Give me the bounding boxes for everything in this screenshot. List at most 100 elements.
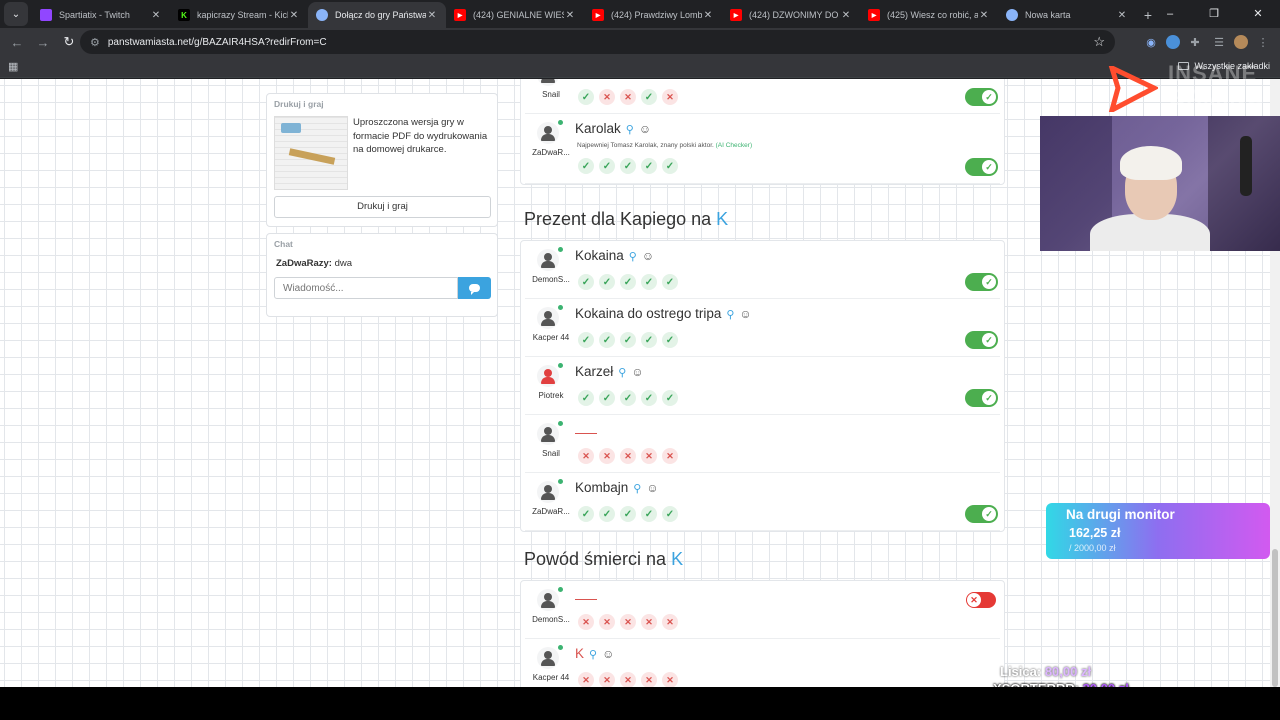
reaction-icon[interactable]: ☺ xyxy=(739,307,751,321)
answer-value: Karolak xyxy=(575,121,621,136)
extension-icon[interactable] xyxy=(1166,35,1180,49)
chat-send-button[interactable] xyxy=(458,277,491,299)
accept-toggle[interactable]: ✓ xyxy=(965,273,998,291)
back-icon[interactable]: ← xyxy=(4,35,30,50)
chat-input[interactable] xyxy=(274,277,458,299)
accept-toggle[interactable]: ✓ xyxy=(965,331,998,349)
check-icon: ✓ xyxy=(599,506,615,522)
check-icon: ✓ xyxy=(982,391,996,405)
vote-list: ✓ ✓ ✓ ✓ ✓ xyxy=(578,506,678,522)
scrollbar-thumb[interactable] xyxy=(1272,549,1278,687)
chevron-down-icon: ⌄ xyxy=(11,8,21,20)
answers-card: DemonS... ✕ ✕ ✕ ✕ ✕ Kacper 44 K ⚲ ☺ ✕ ✕ ✕ ✕ ✕ xyxy=(520,580,1005,687)
close-tab-icon[interactable]: ✕ xyxy=(1116,10,1128,21)
extensions-area: ◉ ✚ ☰ ⋮ xyxy=(1142,28,1272,56)
apps-grid-icon[interactable]: ▦ xyxy=(8,60,18,73)
youtube-icon: ▶ xyxy=(592,9,604,21)
reaction-icon[interactable]: ☺ xyxy=(631,365,643,379)
close-tab-icon[interactable]: ✕ xyxy=(564,10,576,21)
bookmarks-bar: ▦ Wszystkie zakładki xyxy=(0,56,1280,78)
avatar-head xyxy=(544,253,552,261)
close-tab-icon[interactable]: ✕ xyxy=(702,10,714,21)
avatar-body xyxy=(541,319,555,326)
browser-tab[interactable]: ▶ (424) Prawdziwy Lombard✕ xyxy=(584,2,722,28)
close-tab-icon[interactable]: ✕ xyxy=(150,10,162,21)
username: Kacper 44 xyxy=(532,673,570,682)
browser-tab[interactable]: ▶ (425) Wiesz co robić, ale ✕ xyxy=(860,2,998,28)
avatar-head xyxy=(544,311,552,319)
online-indicator xyxy=(558,421,563,426)
browser-tab[interactable]: ▶ (424) GENIALNE WIEŚCI✕ xyxy=(446,2,584,28)
reaction-icon[interactable]: ☺ xyxy=(602,647,614,661)
username: DemonS... xyxy=(532,615,570,624)
ai-hint-text: Najpewniej Tomasz Karolak, znany polski … xyxy=(577,142,714,149)
online-indicator xyxy=(558,479,563,484)
forward-icon[interactable]: → xyxy=(30,35,56,50)
browser-tab[interactable]: ▶ (424) DZWONIMY DO PA✕ xyxy=(722,2,860,28)
accept-toggle[interactable]: ✓ xyxy=(965,505,998,523)
search-answer-icon[interactable]: ⚲ xyxy=(626,124,634,136)
avatar-body xyxy=(541,79,555,83)
search-answer-icon[interactable]: ⚲ xyxy=(589,649,597,661)
bookmark-star-icon[interactable]: ☆ xyxy=(1093,34,1105,50)
vote-list: ✓ ✓ ✓ ✓ ✓ xyxy=(578,390,678,406)
search-answer-icon[interactable]: ⚲ xyxy=(726,309,734,321)
site-info-icon[interactable]: ⚙ xyxy=(90,36,100,49)
reaction-icon[interactable]: ☺ xyxy=(639,122,651,136)
browser-tab[interactable]: Dołącz do gry Państwa M✕ xyxy=(308,2,446,28)
tab-title: (424) Prawdziwy Lombard xyxy=(611,10,702,20)
goal-amount: 162,25 zł xyxy=(1069,526,1121,540)
answer-row: Kacper 44 Kokaina do ostrego tripa ⚲ ☺ ✓ ✓ ✓ ✓ ✓… xyxy=(521,299,1004,357)
cross-icon: ✕ xyxy=(599,672,615,687)
close-window-icon[interactable]: ✕ xyxy=(1236,0,1280,28)
print-button[interactable]: Drukuj i graj xyxy=(274,196,491,218)
url-text: panstwamiasta.net/g/BAZAIR4HSA?redirFrom… xyxy=(107,36,327,48)
avatar-body xyxy=(541,377,555,384)
avatar-body xyxy=(541,601,555,608)
accept-toggle[interactable]: ✓ xyxy=(965,158,998,176)
search-answer-icon[interactable]: ⚲ xyxy=(629,251,637,263)
answer-text: K ⚲ ☺ xyxy=(575,646,614,661)
address-bar[interactable]: ⚙ panstwamiasta.net/g/BAZAIR4HSA?redirFr… xyxy=(80,30,1115,54)
minimize-icon[interactable]: – xyxy=(1148,0,1192,28)
check-icon: ✓ xyxy=(662,506,678,522)
accept-toggle[interactable]: ✓ xyxy=(965,88,998,106)
category-title: Powód śmierci na K xyxy=(524,549,683,570)
profile-avatar[interactable] xyxy=(1234,35,1248,49)
browser-menu-icon[interactable]: ⋮ xyxy=(1254,36,1272,49)
browser-tab[interactable]: Nowa karta ✕ xyxy=(998,2,1136,28)
avatar-head xyxy=(544,593,552,601)
answer-row: Snail ✕ ✕ ✕ ✕ ✕ xyxy=(521,415,1004,473)
browser-tab[interactable]: Kkapicrazy Stream - Kick D✕ xyxy=(170,2,308,28)
reaction-icon[interactable]: ☺ xyxy=(646,481,658,495)
window-controls: – ❐ ✕ xyxy=(1148,0,1280,28)
search-answer-icon[interactable]: ⚲ xyxy=(618,367,626,379)
avatar-head xyxy=(544,369,552,377)
close-tab-icon[interactable]: ✕ xyxy=(288,10,300,21)
answer-row: SnailKorwin mikke⚲☺✓✕✕✓✕✓ xyxy=(521,79,1004,114)
youtube-icon: ▶ xyxy=(730,9,742,21)
online-indicator xyxy=(558,247,563,252)
reading-list-icon[interactable]: ☰ xyxy=(1210,36,1228,49)
reload-icon[interactable]: ↻ xyxy=(56,34,82,50)
extensions-puzzle-icon[interactable]: ✚ xyxy=(1186,36,1204,49)
browser-tab[interactable]: Spartiatix - Twitch ✕ xyxy=(32,2,170,28)
cross-icon: ✕ xyxy=(662,89,678,105)
accept-toggle[interactable]: ✓ xyxy=(965,389,998,407)
vote-list: ✕ ✕ ✕ ✕ ✕ xyxy=(578,672,678,687)
restore-icon[interactable]: ❐ xyxy=(1192,0,1236,28)
tab-search-button[interactable]: ⌄ xyxy=(4,2,28,26)
media-icon[interactable]: ◉ xyxy=(1142,36,1160,49)
youtube-icon: ▶ xyxy=(454,9,466,21)
close-tab-icon[interactable]: ✕ xyxy=(840,10,852,21)
reaction-icon[interactable]: ☺ xyxy=(642,249,654,263)
close-tab-icon[interactable]: ✕ xyxy=(978,10,990,21)
cross-icon: ✕ xyxy=(641,448,657,464)
close-tab-icon[interactable]: ✕ xyxy=(426,10,438,21)
ai-hint: Najpewniej Tomasz Karolak, znany polski … xyxy=(577,142,752,149)
online-indicator xyxy=(558,120,563,125)
check-icon: ✓ xyxy=(662,274,678,290)
search-answer-icon[interactable]: ⚲ xyxy=(633,483,641,495)
check-icon: ✓ xyxy=(578,274,594,290)
tab-strip: ⌄ Spartiatix - Twitch ✕ Kkapicrazy Stream … xyxy=(0,0,1280,28)
